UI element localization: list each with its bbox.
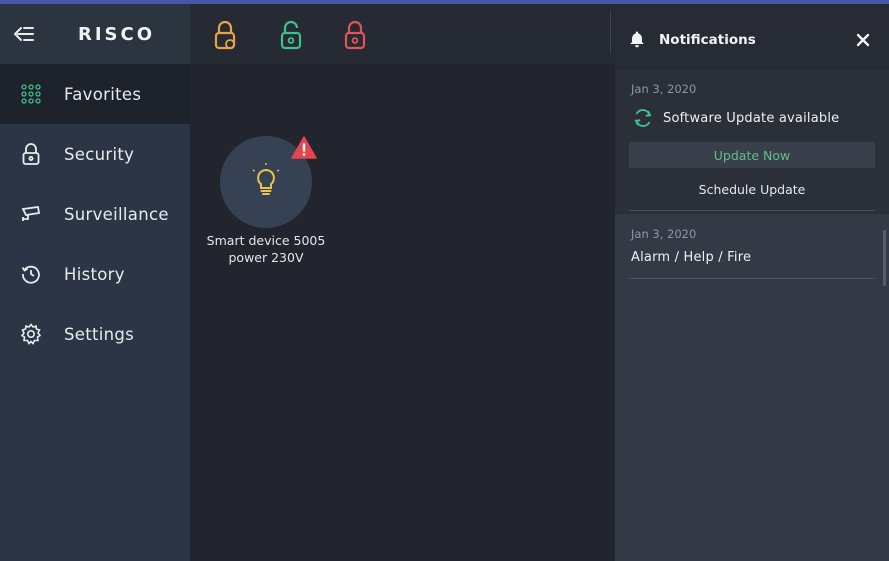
sidebar-nav: Favorites Security Surveillance History … bbox=[0, 64, 190, 561]
disarm-open-lock-icon[interactable] bbox=[276, 18, 306, 52]
sidebar-item-security[interactable]: Security bbox=[0, 124, 190, 184]
arm-closed-lock-icon[interactable] bbox=[340, 18, 370, 52]
sidebar-item-label: History bbox=[64, 264, 125, 284]
sidebar-item-history[interactable]: History bbox=[0, 244, 190, 304]
sidebar-item-label: Favorites bbox=[64, 84, 142, 104]
sidebar-item-label: Security bbox=[64, 144, 135, 164]
bell-icon bbox=[630, 31, 644, 48]
notification-date: Jan 3, 2020 bbox=[631, 82, 697, 96]
sidebar-item-favorites[interactable]: Favorites bbox=[0, 64, 190, 124]
close-icon[interactable] bbox=[853, 30, 873, 50]
notification-divider bbox=[629, 278, 875, 279]
history-icon bbox=[16, 259, 46, 289]
notification-text[interactable]: Alarm / Help / Fire bbox=[631, 250, 751, 265]
header-divider bbox=[610, 10, 611, 54]
sidebar-item-settings[interactable]: Settings bbox=[0, 304, 190, 364]
arm-status-bar bbox=[190, 4, 615, 64]
sync-icon bbox=[634, 109, 652, 127]
favorites-panel: Smart device 5005 power 230V bbox=[190, 64, 615, 561]
device-name: Smart device 5005 bbox=[206, 233, 326, 248]
device-detail: power 230V bbox=[228, 250, 304, 265]
grid-icon bbox=[16, 79, 46, 109]
notifications-panel: Notifications Jan 3, 2020 Software Updat… bbox=[615, 4, 889, 561]
warning-alert-icon bbox=[291, 136, 317, 160]
back-arrow-icon[interactable] bbox=[8, 20, 40, 48]
notifications-header: Notifications bbox=[615, 4, 889, 70]
sidebar-item-label: Settings bbox=[64, 324, 135, 344]
risco-logo: RISCO bbox=[78, 24, 156, 45]
camera-icon bbox=[16, 199, 46, 229]
sidebar-item-surveillance[interactable]: Surveillance bbox=[0, 184, 190, 244]
notification-text: Software Update available bbox=[663, 111, 840, 126]
notification-divider bbox=[629, 210, 875, 211]
brand-area: RISCO bbox=[0, 4, 190, 64]
sidebar-item-label: Surveillance bbox=[64, 204, 169, 224]
bulb-icon bbox=[252, 163, 280, 195]
notification-date: Jan 3, 2020 bbox=[631, 227, 697, 241]
notifications-scrollbar[interactable] bbox=[883, 230, 886, 286]
lock-icon bbox=[16, 139, 46, 169]
update-now-button[interactable]: Update Now bbox=[629, 142, 875, 168]
app-header: RISCO bbox=[0, 4, 615, 64]
partial-arm-lock-icon[interactable] bbox=[210, 18, 240, 52]
device-label: Smart device 5005 power 230V bbox=[200, 232, 332, 266]
schedule-update-button[interactable]: Schedule Update bbox=[629, 176, 875, 202]
notifications-title: Notifications bbox=[659, 32, 756, 48]
gear-icon bbox=[16, 319, 46, 349]
